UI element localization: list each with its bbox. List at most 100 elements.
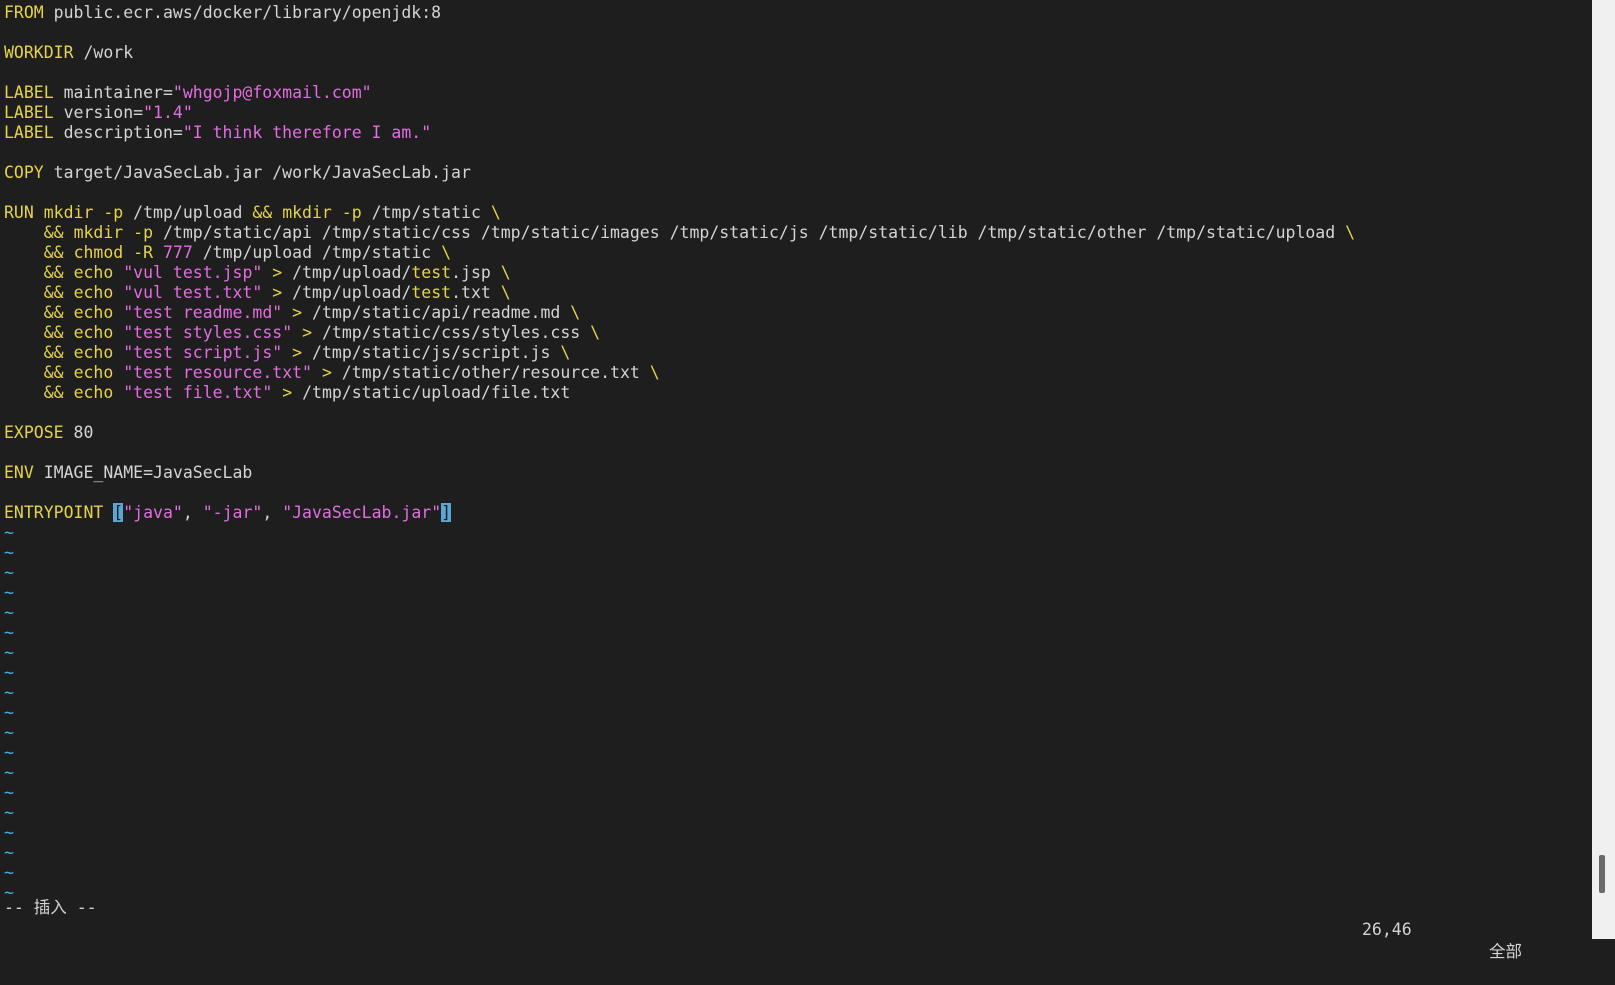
code-token: description= (53, 123, 183, 142)
code-token: "I think therefore I am." (182, 123, 432, 142)
code-line[interactable]: RUN mkdir -p /tmp/upload && mkdir -p /tm… (4, 203, 1592, 223)
code-line[interactable] (4, 23, 1592, 43)
vim-terminal[interactable]: FROM public.ecr.aws/docker/library/openj… (0, 0, 1592, 961)
code-token: "test file.txt" (123, 383, 273, 402)
code-token: .txt (451, 283, 501, 302)
code-token: maintainer= (53, 83, 173, 102)
code-line[interactable] (4, 63, 1592, 83)
code-line[interactable]: COPY target/JavaSecLab.jar /work/JavaSec… (4, 163, 1592, 183)
code-token: echo (73, 343, 114, 362)
code-line[interactable]: LABEL version="1.4" (4, 103, 1592, 123)
code-token: /tmp/static/upload/file.txt (292, 383, 571, 402)
cursor-position: 26,46 (1362, 920, 1412, 939)
code-token: ENV (4, 463, 34, 482)
code-line[interactable]: && echo "test file.txt" > /tmp/static/up… (4, 383, 1592, 403)
code-token: \ (570, 303, 581, 322)
code-line[interactable] (4, 143, 1592, 163)
code-token: -p (103, 203, 124, 222)
code-line[interactable]: && echo "test styles.css" > /tmp/static/… (4, 323, 1592, 343)
code-token: 777 (162, 243, 193, 262)
code-token: version= (53, 103, 144, 122)
code-line[interactable]: && mkdir -p /tmp/static/api /tmp/static/… (4, 223, 1592, 243)
editor-buffer[interactable]: FROM public.ecr.aws/docker/library/openj… (4, 3, 1592, 903)
code-line[interactable] (4, 483, 1592, 503)
code-token: /tmp/static/css/styles.css (312, 323, 591, 342)
code-line[interactable]: EXPOSE 80 (4, 423, 1592, 443)
code-token: /tmp/static/api /tmp/static/css /tmp/sta… (153, 223, 1346, 242)
code-token: /tmp/upload /tmp/static (192, 243, 442, 262)
code-token: LABEL (4, 123, 54, 142)
code-token: LABEL (4, 103, 54, 122)
code-token: LABEL (4, 83, 54, 102)
code-line[interactable]: && chmod -R 777 /tmp/upload /tmp/static … (4, 243, 1592, 263)
cursor-highlight: [ (113, 503, 124, 522)
empty-line-marker: ~ (4, 803, 14, 822)
code-token: && (43, 343, 64, 362)
empty-line-marker: ~ (4, 643, 14, 662)
code-token: > (302, 323, 313, 342)
code-token: FROM (4, 3, 44, 22)
code-line[interactable]: WORKDIR /work (4, 43, 1592, 63)
code-token: "JavaSecLab.jar" (282, 503, 442, 522)
code-line[interactable] (4, 403, 1592, 423)
status-line: -- 插入 -- 26,46 全部 (4, 875, 1564, 961)
code-token: > (292, 303, 303, 322)
code-line[interactable]: ENV IMAGE_NAME=JavaSecLab (4, 463, 1592, 483)
code-line[interactable] (4, 183, 1592, 203)
code-line[interactable] (4, 443, 1592, 463)
code-line[interactable]: && echo "test resource.txt" > /tmp/stati… (4, 363, 1592, 383)
code-token: mkdir (43, 203, 94, 222)
code-token: -p (133, 223, 154, 242)
code-line[interactable]: && echo "test script.js" > /tmp/static/j… (4, 343, 1592, 363)
cursor-highlight: ] (441, 503, 452, 522)
code-token: && (43, 383, 64, 402)
code-token: && (43, 243, 64, 262)
code-token: -R (133, 243, 154, 262)
code-token: /tmp/static/js/script.js (302, 343, 561, 362)
code-token: \ (500, 283, 511, 302)
empty-line-marker: ~ (4, 743, 14, 762)
empty-line-marker: ~ (4, 763, 14, 782)
code-token: , (262, 503, 283, 522)
code-token: mkdir (73, 223, 124, 242)
code-line[interactable]: && echo "vul test.jsp" > /tmp/upload/tes… (4, 263, 1592, 283)
code-token: && (43, 263, 64, 282)
code-line[interactable]: && echo "vul test.txt" > /tmp/upload/tes… (4, 283, 1592, 303)
empty-line-marker: ~ (4, 723, 14, 742)
code-token: \ (490, 203, 501, 222)
code-line[interactable]: ENTRYPOINT ["java", "-jar", "JavaSecLab.… (4, 503, 1592, 523)
code-line[interactable]: LABEL maintainer="whgojp@foxmail.com" (4, 83, 1592, 103)
code-token: , (182, 503, 203, 522)
scrollbar-thumb[interactable] (1599, 855, 1605, 893)
code-line[interactable]: LABEL description="I think therefore I a… (4, 123, 1592, 143)
empty-line-marker: ~ (4, 783, 14, 802)
code-line[interactable]: && echo "test readme.md" > /tmp/static/a… (4, 303, 1592, 323)
code-token: echo (73, 283, 114, 302)
vertical-scrollbar[interactable] (1592, 0, 1615, 939)
mode-indicator: -- 插入 -- (4, 898, 97, 917)
code-line[interactable]: FROM public.ecr.aws/docker/library/openj… (4, 3, 1592, 23)
code-token: \ (1345, 223, 1356, 242)
